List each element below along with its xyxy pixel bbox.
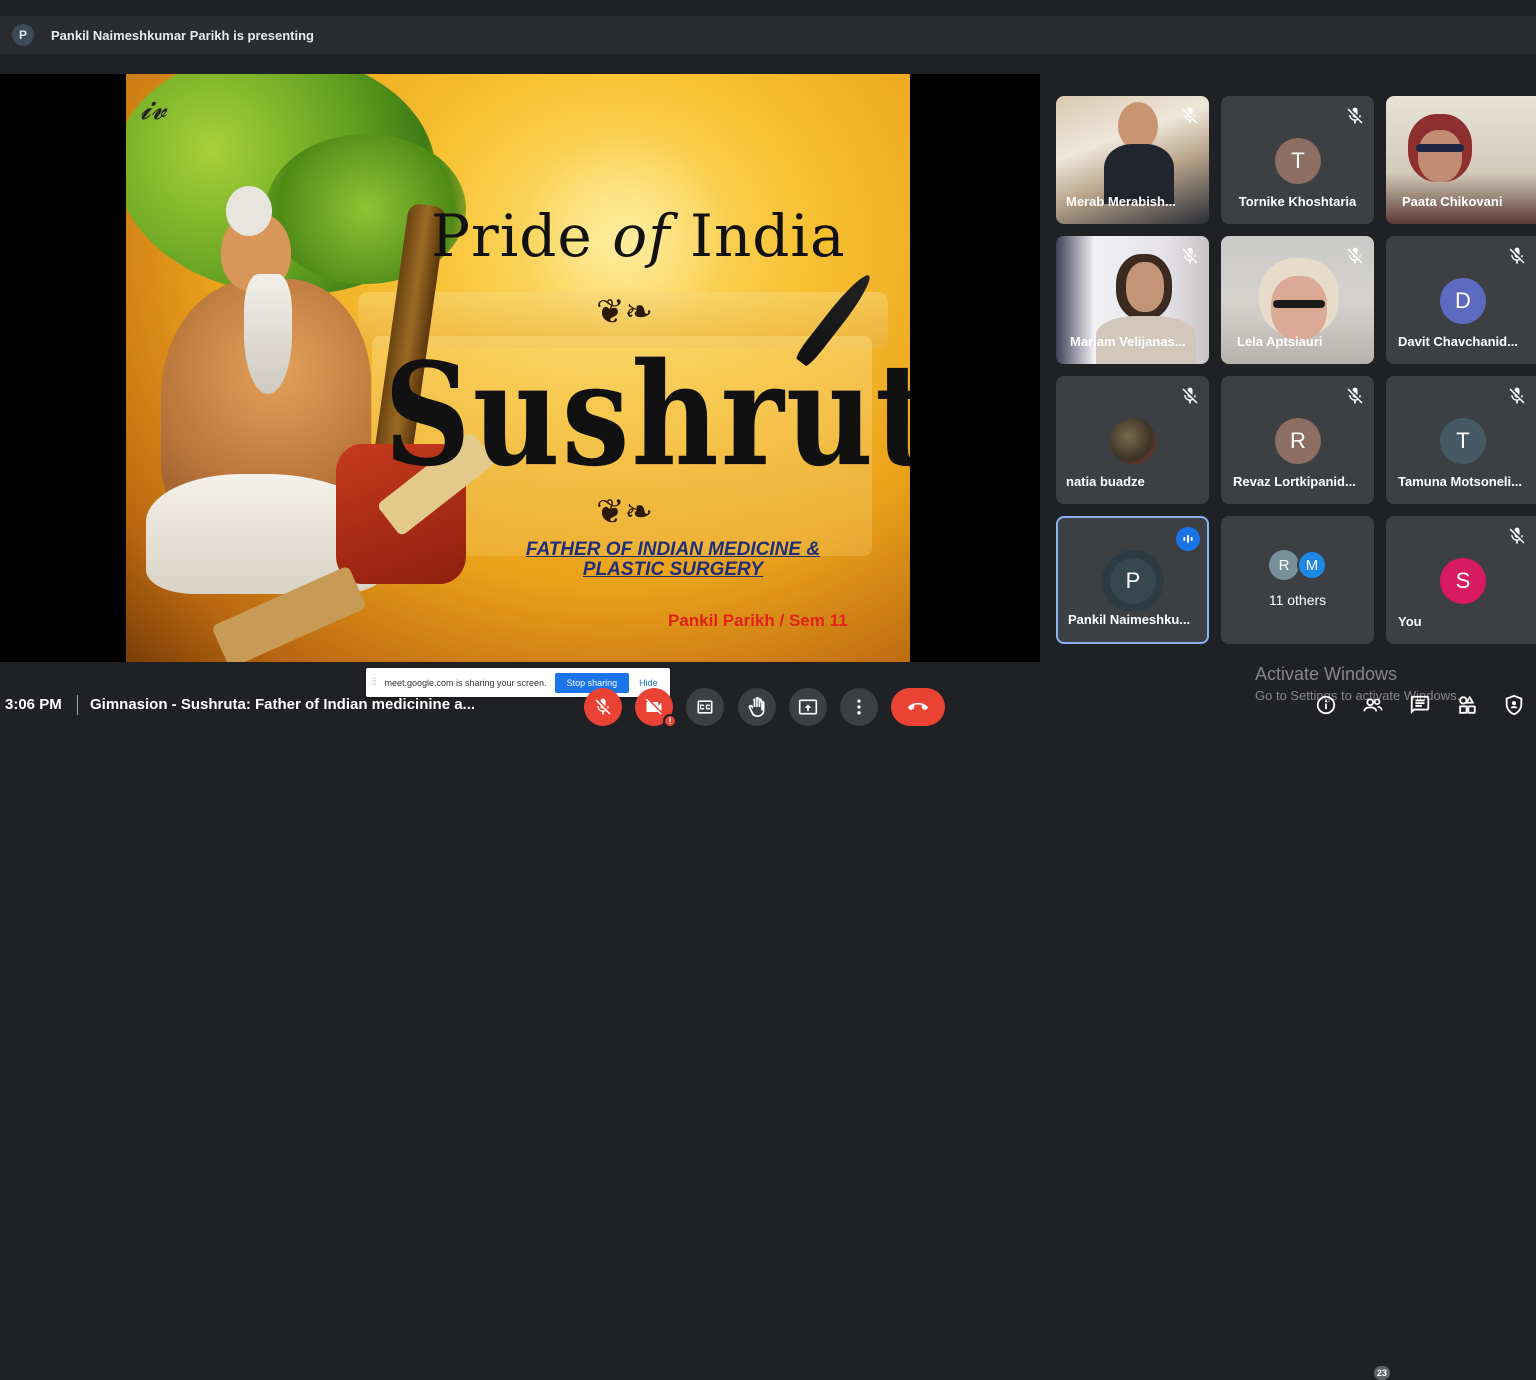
speaking-indicator-icon [1176, 527, 1200, 551]
captions-icon [697, 700, 713, 714]
participant-avatar: T [1275, 138, 1321, 184]
participant-tile[interactable]: Lela Aptsiauri [1221, 236, 1374, 364]
present-now-button[interactable] [789, 688, 827, 726]
slide-title: Pride of India [431, 202, 846, 270]
participant-tile[interactable]: natia buadze [1056, 376, 1209, 504]
chat-button[interactable] [1407, 692, 1433, 718]
meeting-title: Gimnasion - Sushruta: Father of Indian m… [90, 696, 476, 713]
camera-toggle-button[interactable]: ! [635, 688, 677, 728]
mic-off-icon [1347, 247, 1363, 264]
mic-off-icon [595, 698, 611, 715]
participant-tile[interactable]: T Tamuna Motsoneli... [1386, 376, 1536, 504]
meeting-details-button[interactable] [1313, 692, 1339, 718]
windows-activation-title: Activate Windows [1255, 664, 1398, 684]
present-icon [798, 699, 818, 715]
end-call-icon [908, 702, 928, 711]
presenter-avatar: P [12, 24, 34, 46]
people-button[interactable] [1360, 692, 1386, 718]
more-options-button[interactable] [840, 688, 878, 726]
slide-sage-beard [244, 274, 292, 394]
people-count-badge: 23 [1374, 1366, 1391, 1380]
participant-tile[interactable]: T Tornike Khoshtaria [1221, 96, 1374, 224]
participant-name: Mariam Velijanas... [1070, 334, 1186, 349]
camera-warning-icon: ! [663, 714, 677, 728]
participant-name: Tornike Khoshtaria [1238, 194, 1357, 209]
slide-author: Pankil Parikh / Sem 11 [668, 611, 848, 630]
activities-button[interactable] [1454, 692, 1480, 718]
slide-title-of: of [612, 202, 671, 270]
slide-ornament-bottom-icon: ❦❧ [596, 492, 653, 532]
mic-off-icon [1347, 107, 1363, 124]
participant-avatar: D [1440, 278, 1486, 324]
others-avatar-2: M [1297, 550, 1327, 580]
chat-icon [1410, 695, 1430, 715]
participant-avatar: P [1110, 558, 1156, 604]
raise-hand-button[interactable] [738, 688, 776, 726]
slide-subject: Sushruta [384, 332, 910, 499]
slide-title-india: India [690, 202, 846, 270]
participant-name: Pankil Naimeshku... [1068, 612, 1191, 627]
participant-name: Davit Chavchanid... [1398, 334, 1518, 349]
meeting-controls-bar: 3:06 PM Gimnasion - Sushruta: Father of … [0, 686, 1536, 1380]
host-controls-icon [1505, 694, 1523, 716]
people-icon [1363, 698, 1383, 712]
presenting-banner: P Pankil Naimeshkumar Parikh is presenti… [0, 16, 1536, 54]
participant-tile-speaking[interactable]: P Pankil Naimeshku... [1056, 516, 1209, 644]
participant-tile[interactable]: D Davit Chavchanid... [1386, 236, 1536, 364]
participant-name: Revaz Lortkipanid... [1233, 474, 1356, 489]
info-icon [1316, 695, 1336, 715]
mic-off-icon [1509, 387, 1525, 404]
slide-sage-hair [226, 186, 272, 236]
participant-photo [1110, 418, 1156, 464]
captions-button[interactable] [686, 688, 724, 726]
others-count: 11 others [1268, 592, 1327, 608]
self-avatar: S [1440, 558, 1486, 604]
participant-name: Lela Aptsiauri [1237, 334, 1323, 349]
others-tile[interactable]: R M 11 others [1221, 516, 1374, 644]
participant-avatar: T [1440, 418, 1486, 464]
participant-tile[interactable]: Merab Merabish... [1056, 96, 1209, 224]
participant-tile[interactable]: R Revaz Lortkipanid... [1221, 376, 1374, 504]
mic-off-icon [1182, 247, 1198, 264]
video-face [1271, 276, 1327, 340]
self-tile[interactable]: S You [1386, 516, 1536, 644]
mic-off-icon [1182, 387, 1198, 404]
raise-hand-icon [748, 697, 765, 717]
participant-name: Merab Merabish... [1066, 194, 1176, 209]
participant-avatar: R [1275, 418, 1321, 464]
activities-icon [1459, 696, 1476, 714]
slide-subtitle-line1: FATHER OF INDIAN MEDICINE & [525, 539, 821, 560]
mic-off-icon [1509, 527, 1525, 544]
video-face [1118, 102, 1158, 150]
video-face [1126, 262, 1164, 312]
participant-name: Tamuna Motsoneli... [1398, 474, 1522, 489]
presentation-stage: 𝓲𝓿 Pride of India ❦❧ Sushruta ❦❧ FATHER … [0, 74, 1040, 697]
mic-toggle-button[interactable] [584, 688, 622, 726]
presenting-text: Pankil Naimeshkumar Parikh is presenting [51, 27, 314, 43]
video-glasses [1273, 300, 1325, 308]
divider [77, 695, 78, 715]
mic-off-icon [1182, 107, 1198, 124]
video-face [1418, 130, 1462, 182]
participant-name: natia buadze [1066, 474, 1145, 489]
slide-subtitle-line2: PLASTIC SURGERY [582, 559, 764, 580]
video-glasses [1416, 144, 1464, 152]
participant-name: Paata Chikovani [1402, 194, 1503, 209]
host-controls-button[interactable] [1501, 692, 1527, 718]
slide-subtitle: FATHER OF INDIAN MEDICINE & PLASTIC SURG… [508, 540, 838, 580]
slide-ornament-top-icon: ❦❧ [596, 292, 653, 332]
participant-tile[interactable]: Mariam Velijanas... [1056, 236, 1209, 364]
others-avatar-1: R [1269, 550, 1299, 580]
slide-title-pride: Pride [431, 202, 593, 270]
slide-logo-icon: 𝓲𝓿 [140, 92, 167, 127]
participant-tile[interactable]: Paata Chikovani [1386, 96, 1536, 224]
shared-slide: 𝓲𝓿 Pride of India ❦❧ Sushruta ❦❧ FATHER … [126, 74, 910, 662]
leave-call-button[interactable] [891, 688, 945, 726]
meeting-clock: 3:06 PM [5, 696, 62, 713]
more-icon [857, 699, 861, 715]
mic-off-icon [1509, 247, 1525, 264]
mic-off-icon [1347, 387, 1363, 404]
camera-off-icon [645, 698, 662, 715]
self-name: You [1398, 614, 1422, 629]
